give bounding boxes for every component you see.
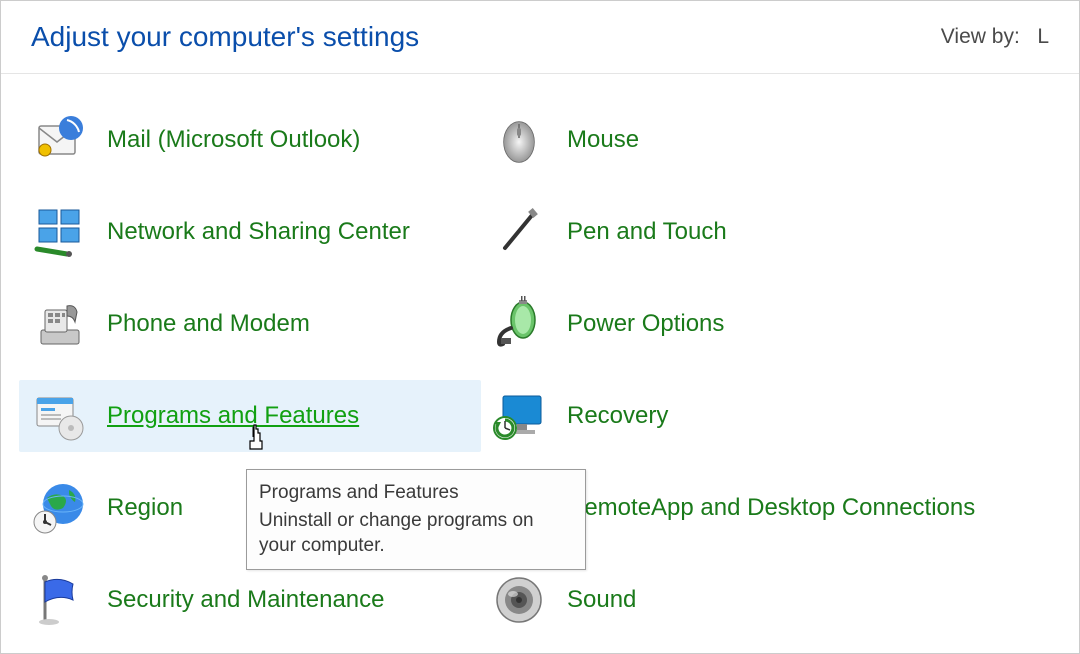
- sound-icon: [491, 572, 547, 628]
- region-icon: [31, 480, 87, 536]
- mail-icon: [31, 112, 87, 168]
- item-label: Recovery: [567, 401, 668, 431]
- item-phone[interactable]: Phone and Modem: [21, 288, 481, 360]
- item-label: Pen and Touch: [567, 217, 727, 247]
- tooltip: Programs and Features Uninstall or chang…: [246, 469, 586, 570]
- page-title: Adjust your computer's settings: [31, 21, 419, 53]
- security-flag-icon: [31, 572, 87, 628]
- item-label: Programs and Features: [107, 401, 359, 431]
- header: Adjust your computer's settings View by:…: [1, 1, 1079, 74]
- power-icon: [491, 296, 547, 352]
- item-label: Security and Maintenance: [107, 585, 385, 615]
- item-recovery[interactable]: Recovery: [481, 380, 1041, 452]
- pen-icon: [491, 204, 547, 260]
- item-label: Phone and Modem: [107, 309, 310, 339]
- item-power[interactable]: Power Options: [481, 288, 1041, 360]
- network-icon: [31, 204, 87, 260]
- tooltip-title: Programs and Features: [259, 480, 573, 506]
- item-label: RemoteApp and Desktop Connections: [567, 493, 975, 523]
- item-mail[interactable]: Mail (Microsoft Outlook): [21, 104, 481, 176]
- view-by-label[interactable]: View by: L: [941, 25, 1049, 49]
- phone-icon: [31, 296, 87, 352]
- item-label: Mail (Microsoft Outlook): [107, 125, 360, 155]
- item-security[interactable]: Security and Maintenance: [21, 564, 481, 636]
- mouse-icon: [491, 112, 547, 168]
- item-programs[interactable]: Programs and Features: [19, 380, 481, 452]
- programs-icon: [31, 388, 87, 444]
- tooltip-body: Uninstall or change programs on your com…: [259, 508, 573, 559]
- item-sound[interactable]: Sound: [481, 564, 1041, 636]
- item-label: Network and Sharing Center: [107, 217, 410, 247]
- item-label: Mouse: [567, 125, 639, 155]
- item-mouse[interactable]: Mouse: [481, 104, 1041, 176]
- item-network[interactable]: Network and Sharing Center: [21, 196, 481, 268]
- recovery-icon: [491, 388, 547, 444]
- item-label: Sound: [567, 585, 636, 615]
- item-pen[interactable]: Pen and Touch: [481, 196, 1041, 268]
- item-label: Region: [107, 493, 183, 523]
- item-label: Power Options: [567, 309, 724, 339]
